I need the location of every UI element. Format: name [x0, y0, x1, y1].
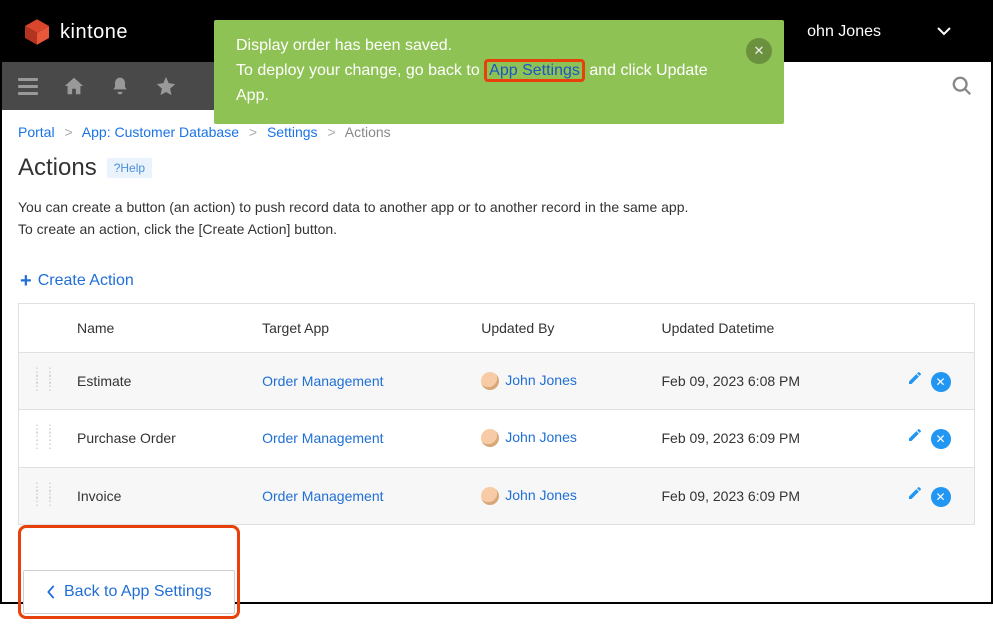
breadcrumb-portal[interactable]: Portal: [18, 124, 55, 140]
page-title: Actions: [18, 154, 97, 182]
create-action-button[interactable]: + Create Action: [20, 271, 134, 291]
plus-icon: +: [20, 271, 32, 291]
close-icon[interactable]: ✕: [746, 38, 772, 64]
chevron-down-icon[interactable]: [937, 24, 951, 40]
col-name: Name: [65, 303, 250, 352]
back-to-app-settings-button[interactable]: Back to App Settings: [23, 570, 235, 614]
back-button-highlight: Back to App Settings: [18, 525, 240, 619]
page-description: You can create a button (an action) to p…: [18, 196, 975, 241]
col-updated-by: Updated By: [469, 303, 649, 352]
notification-line2: To deploy your change, go back to App Se…: [236, 59, 738, 109]
updated-by-link[interactable]: John Jones: [505, 487, 577, 503]
table-row: ⋮⋮⋮⋮⋮⋮ Estimate Order Management John Jones…: [19, 352, 975, 409]
cell-name: Estimate: [65, 352, 250, 409]
breadcrumb-app[interactable]: App: Customer Database: [82, 124, 239, 140]
chevron-left-icon: [46, 585, 56, 599]
bell-icon[interactable]: [106, 72, 134, 100]
help-button[interactable]: ?Help: [107, 158, 152, 178]
updated-by-link[interactable]: John Jones: [505, 372, 577, 388]
edit-icon[interactable]: [907, 370, 923, 391]
page-body: Actions ?Help You can create a button (a…: [2, 150, 991, 635]
app-settings-link[interactable]: App Settings: [484, 59, 585, 82]
avatar: [481, 487, 499, 505]
notification-line1: Display order has been saved.: [236, 34, 738, 59]
home-icon[interactable]: [60, 72, 88, 100]
breadcrumb-settings[interactable]: Settings: [267, 124, 318, 140]
cube-icon: [22, 17, 52, 47]
cell-updated-dt: Feb 09, 2023 6:09 PM: [650, 467, 895, 524]
brand-name: kintone: [60, 21, 128, 44]
edit-icon[interactable]: [907, 485, 923, 506]
table-row: ⋮⋮⋮⋮⋮⋮ Invoice Order Management John Jones F…: [19, 467, 975, 524]
cell-updated-dt: Feb 09, 2023 6:09 PM: [650, 410, 895, 467]
brand-logo[interactable]: kintone: [22, 17, 128, 47]
target-app-link[interactable]: Order Management: [262, 430, 383, 446]
star-icon[interactable]: [152, 72, 180, 100]
col-updated-dt: Updated Datetime: [650, 303, 895, 352]
drag-handle-icon[interactable]: ⋮⋮⋮⋮⋮⋮: [31, 369, 53, 391]
target-app-link[interactable]: Order Management: [262, 488, 383, 504]
drag-handle-icon[interactable]: ⋮⋮⋮⋮⋮⋮: [31, 426, 53, 448]
back-button-label: Back to App Settings: [64, 583, 212, 601]
breadcrumb-current: Actions: [345, 124, 391, 140]
table-row: ⋮⋮⋮⋮⋮⋮ Purchase Order Order Management John…: [19, 410, 975, 467]
cell-updated-dt: Feb 09, 2023 6:08 PM: [650, 352, 895, 409]
col-target: Target App: [250, 303, 469, 352]
cell-name: Invoice: [65, 467, 250, 524]
actions-table: Name Target App Updated By Updated Datet…: [18, 303, 975, 525]
menu-icon[interactable]: [14, 72, 42, 100]
cell-name: Purchase Order: [65, 410, 250, 467]
avatar: [481, 372, 499, 390]
user-menu-name[interactable]: ohn Jones: [807, 23, 881, 41]
avatar: [481, 429, 499, 447]
search-icon: [951, 75, 973, 97]
drag-handle-icon[interactable]: ⋮⋮⋮⋮⋮⋮: [31, 484, 53, 506]
delete-icon[interactable]: ✕: [931, 429, 951, 449]
updated-by-link[interactable]: John Jones: [505, 429, 577, 445]
target-app-link[interactable]: Order Management: [262, 373, 383, 389]
create-action-label: Create Action: [38, 272, 134, 290]
delete-icon[interactable]: ✕: [931, 372, 951, 392]
edit-icon[interactable]: [907, 427, 923, 448]
notification-banner: Display order has been saved. To deploy …: [214, 20, 784, 124]
delete-icon[interactable]: ✕: [931, 487, 951, 507]
